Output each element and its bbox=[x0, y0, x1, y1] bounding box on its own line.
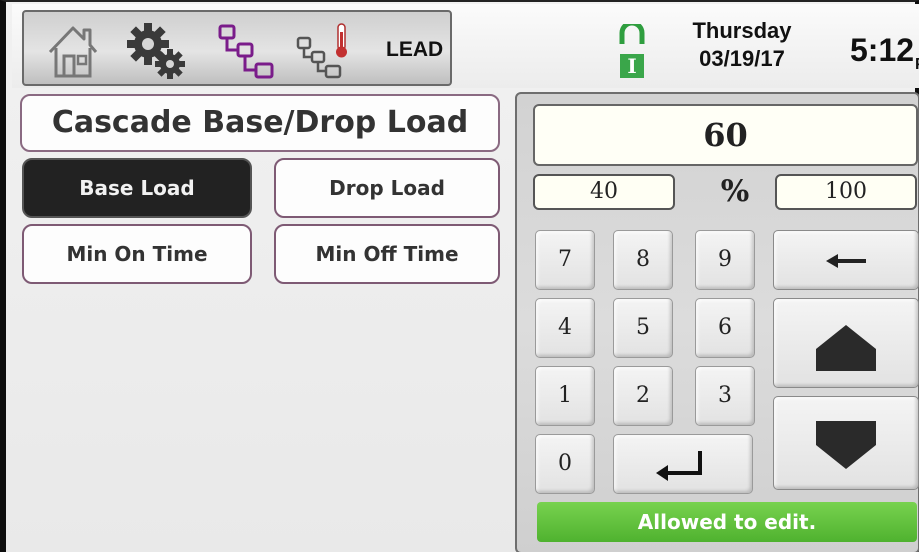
key-0[interactable]: 0 bbox=[535, 434, 595, 494]
mode-label: LEAD bbox=[386, 38, 444, 61]
touch-screen: LEAD I Thursday 03/19/17 5:12PM Cascade … bbox=[0, 0, 919, 552]
svg-text:I: I bbox=[627, 54, 636, 78]
min-value-field: 40 bbox=[533, 174, 675, 210]
cascade-icon[interactable] bbox=[214, 20, 278, 84]
base-load-button[interactable]: Base Load bbox=[22, 158, 252, 218]
arrow-down-icon bbox=[816, 421, 876, 469]
arrow-up-icon bbox=[816, 325, 876, 371]
value-display: 60 bbox=[533, 104, 918, 166]
key-4[interactable]: 4 bbox=[535, 298, 595, 358]
unit-label: % bbox=[720, 174, 750, 209]
edit-status-banner: Allowed to edit. bbox=[537, 502, 917, 542]
input-status-icon: I bbox=[619, 20, 645, 82]
max-value-field: 100 bbox=[775, 174, 917, 210]
key-8[interactable]: 8 bbox=[613, 230, 673, 290]
key-5[interactable]: 5 bbox=[613, 298, 673, 358]
min-on-time-button[interactable]: Min On Time bbox=[22, 224, 252, 284]
key-3[interactable]: 3 bbox=[695, 366, 755, 426]
clock: 5:12PM bbox=[850, 32, 919, 74]
keypad-panel: 60 40 % 100 7 8 9 4 5 6 1 2 3 0 Allowed … bbox=[515, 92, 919, 552]
toolbar: LEAD bbox=[22, 10, 452, 86]
page-title: Cascade Base/Drop Load bbox=[20, 94, 500, 152]
header-bar: LEAD I Thursday 03/19/17 5:12PM bbox=[12, 4, 919, 88]
key-1[interactable]: 1 bbox=[535, 366, 595, 426]
key-6[interactable]: 6 bbox=[695, 298, 755, 358]
cascade-temperature-icon[interactable] bbox=[294, 20, 356, 84]
decrement-button[interactable] bbox=[773, 396, 919, 490]
enter-button[interactable] bbox=[613, 434, 753, 494]
increment-button[interactable] bbox=[773, 298, 919, 388]
time-suffix: PM bbox=[915, 56, 919, 73]
gear-icon[interactable] bbox=[124, 20, 188, 82]
key-9[interactable]: 9 bbox=[695, 230, 755, 290]
arrow-left-icon bbox=[826, 254, 866, 268]
enter-icon bbox=[656, 451, 702, 481]
date-label: 03/19/17 bbox=[699, 46, 785, 71]
min-off-time-button[interactable]: Min Off Time bbox=[274, 224, 500, 284]
home-icon[interactable] bbox=[46, 22, 100, 80]
key-7[interactable]: 7 bbox=[535, 230, 595, 290]
time-value: 5:12 bbox=[850, 32, 915, 68]
drop-load-button[interactable]: Drop Load bbox=[274, 158, 500, 218]
day-label: Thursday bbox=[692, 18, 792, 43]
key-2[interactable]: 2 bbox=[613, 366, 673, 426]
backspace-button[interactable] bbox=[773, 230, 919, 290]
